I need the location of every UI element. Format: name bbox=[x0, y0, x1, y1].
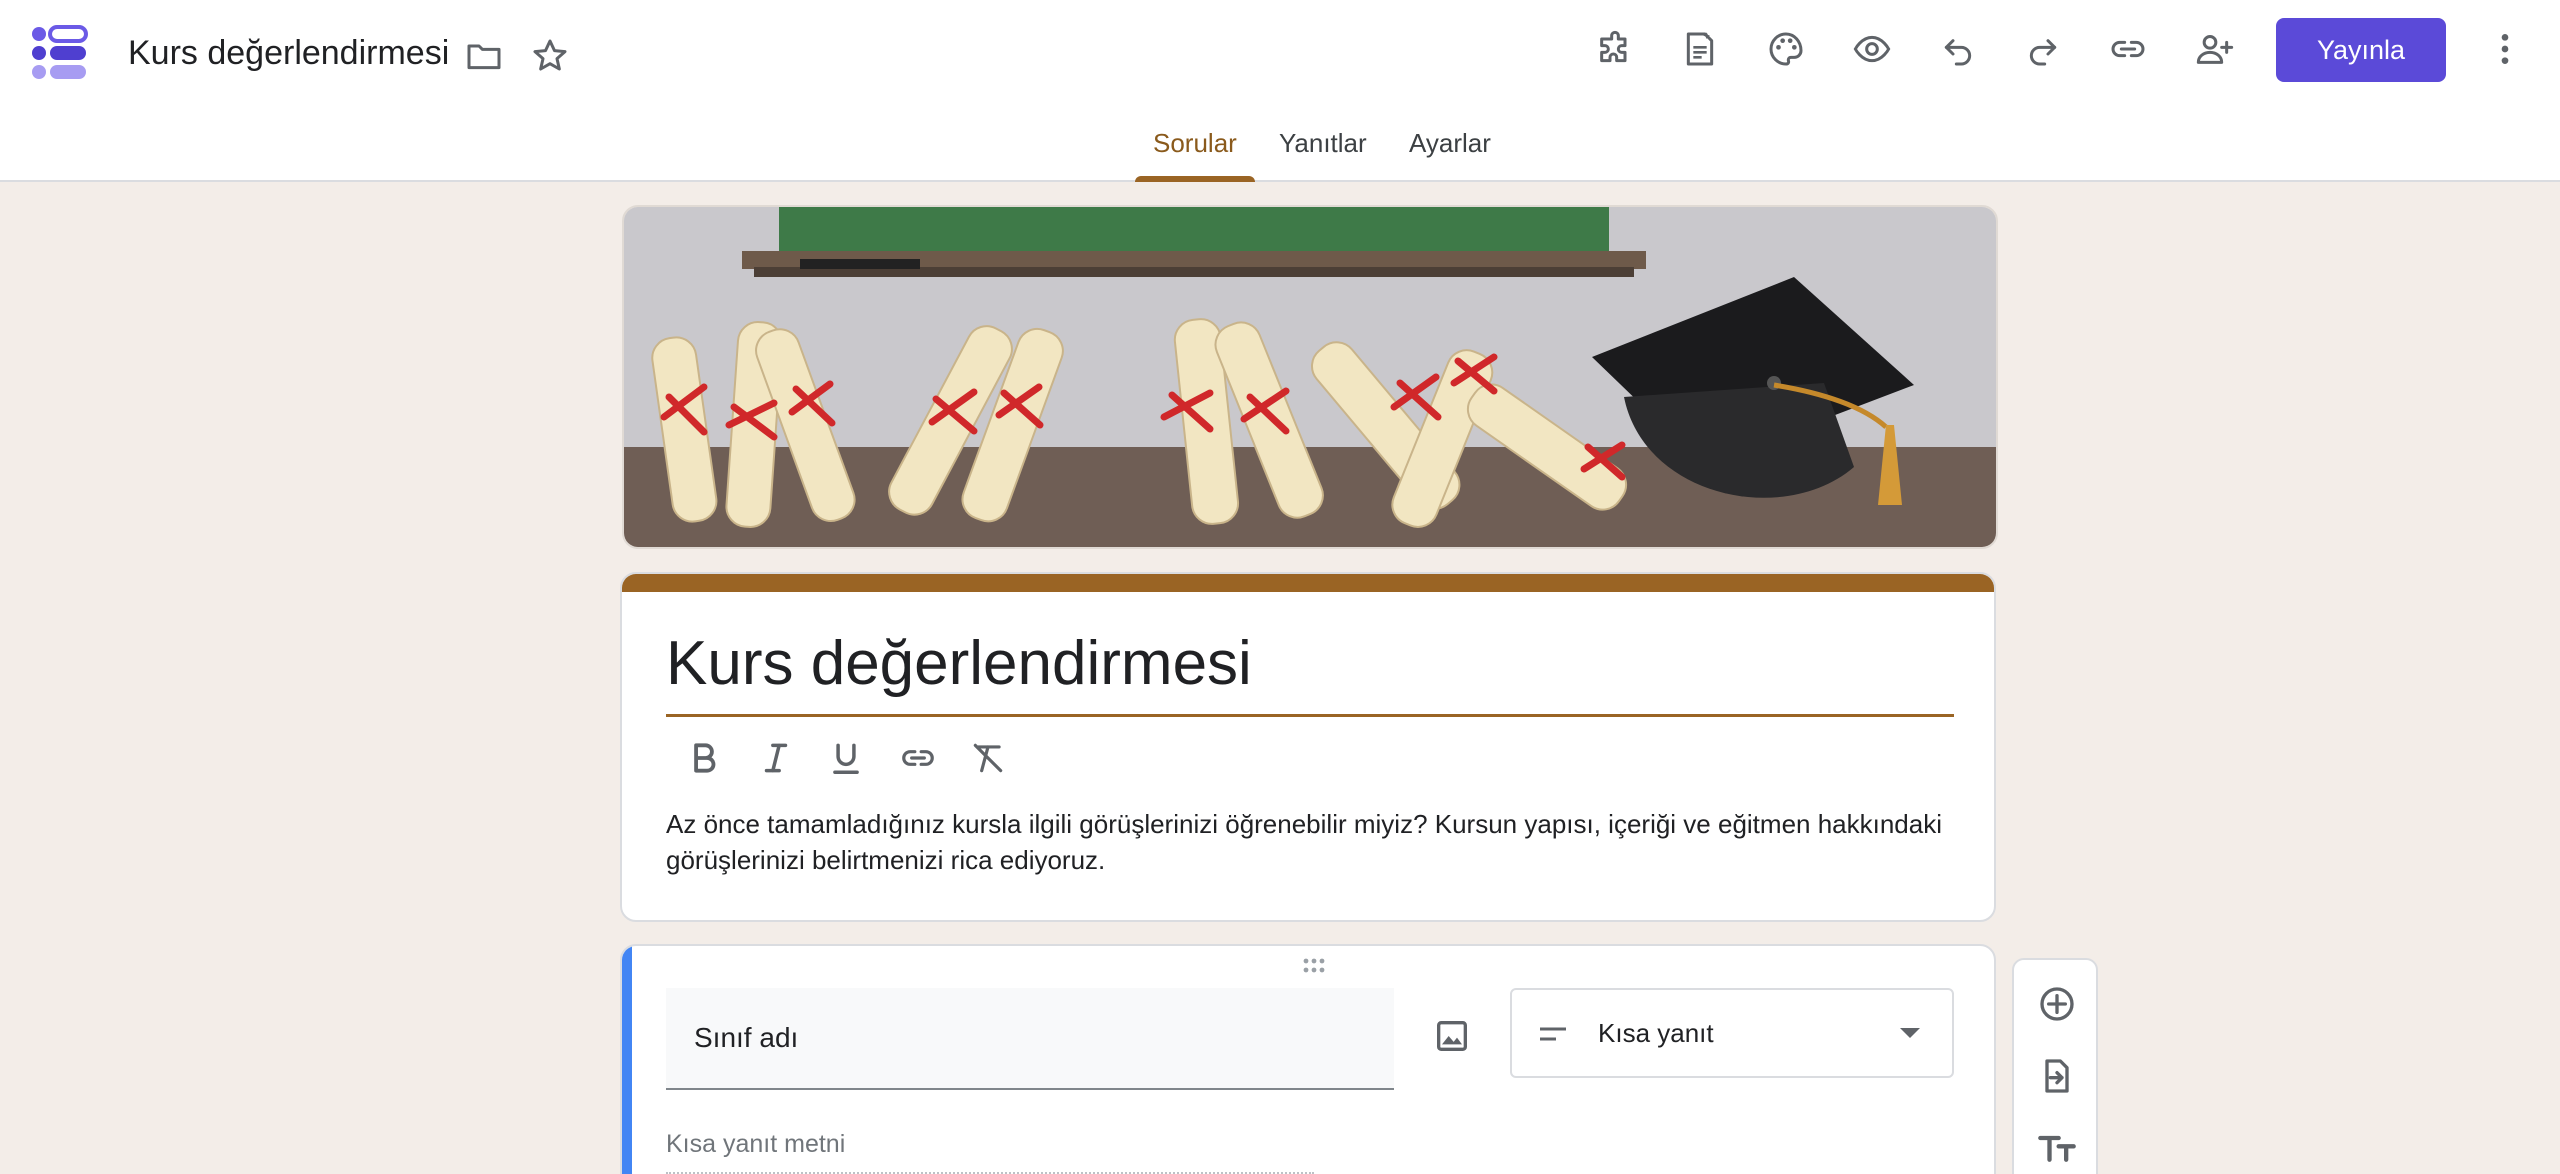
star-icon[interactable] bbox=[530, 36, 570, 76]
add-question-icon[interactable] bbox=[2033, 980, 2081, 1028]
form-title-input[interactable]: Kurs değerlendirmesi bbox=[666, 628, 1252, 699]
add-collaborator-icon[interactable] bbox=[2192, 26, 2238, 72]
redo-icon[interactable] bbox=[2020, 26, 2066, 72]
short-text-icon bbox=[1538, 1020, 1568, 1055]
title-underline bbox=[666, 714, 1954, 717]
question-type-label: Kısa yanıt bbox=[1598, 1018, 1714, 1048]
short-answer-placeholder: Kısa yanıt metni bbox=[666, 1130, 846, 1158]
active-question-indicator bbox=[622, 946, 632, 1174]
drag-handle-icon[interactable] bbox=[1294, 954, 1334, 978]
publish-button[interactable]: Yayınla bbox=[2276, 18, 2446, 82]
forms-logo-icon[interactable] bbox=[30, 24, 90, 84]
import-questions-icon[interactable] bbox=[2033, 1052, 2081, 1100]
tab-settings[interactable]: Ayarlar bbox=[1409, 128, 1491, 159]
tab-questions[interactable]: Sorular bbox=[1153, 128, 1237, 159]
link-icon[interactable] bbox=[894, 734, 942, 782]
form-header-image bbox=[622, 205, 1998, 549]
palette-icon[interactable] bbox=[1763, 26, 1809, 72]
form-tabs: Sorular Yanıtlar Ayarlar bbox=[0, 128, 2560, 182]
add-title-icon[interactable] bbox=[2033, 1124, 2081, 1172]
add-image-icon[interactable] bbox=[1428, 1012, 1476, 1060]
question-type-dropdown[interactable]: Kısa yanıt bbox=[1510, 988, 1954, 1078]
top-app-bar: Kurs değerlendirmesi Yayınla Sorular Yan… bbox=[0, 0, 2560, 182]
document-title[interactable]: Kurs değerlendirmesi bbox=[128, 34, 449, 73]
floating-side-toolbar bbox=[2012, 958, 2098, 1174]
italic-icon[interactable] bbox=[752, 734, 800, 782]
more-vert-icon[interactable] bbox=[2482, 26, 2528, 72]
question-title-input[interactable]: Sınıf adı bbox=[666, 988, 1394, 1090]
clear-format-icon[interactable] bbox=[964, 734, 1012, 782]
addons-icon[interactable] bbox=[1592, 26, 1638, 72]
active-tab-indicator bbox=[1135, 176, 1255, 182]
folder-icon[interactable] bbox=[464, 36, 504, 76]
form-description-input[interactable]: Az önce tamamladığınız kursla ilgili gör… bbox=[666, 806, 1966, 878]
tab-responses[interactable]: Yanıtlar bbox=[1279, 128, 1367, 159]
chevron-down-icon bbox=[1900, 1028, 1920, 1038]
title-card-accent bbox=[622, 574, 1994, 592]
ai-form-icon[interactable] bbox=[1677, 26, 1723, 72]
question-card[interactable]: Sınıf adı Kısa yanıt Kısa yanıt metni bbox=[620, 944, 1996, 1174]
underline-icon[interactable] bbox=[822, 734, 870, 782]
question-title-text: Sınıf adı bbox=[694, 1022, 799, 1053]
undo-icon[interactable] bbox=[1935, 26, 1981, 72]
preview-eye-icon[interactable] bbox=[1849, 26, 1895, 72]
bold-icon[interactable] bbox=[680, 734, 728, 782]
link-icon[interactable] bbox=[2105, 26, 2151, 72]
form-title-card: Kurs değerlendirmesi Az önce tamamladığı… bbox=[620, 572, 1996, 922]
